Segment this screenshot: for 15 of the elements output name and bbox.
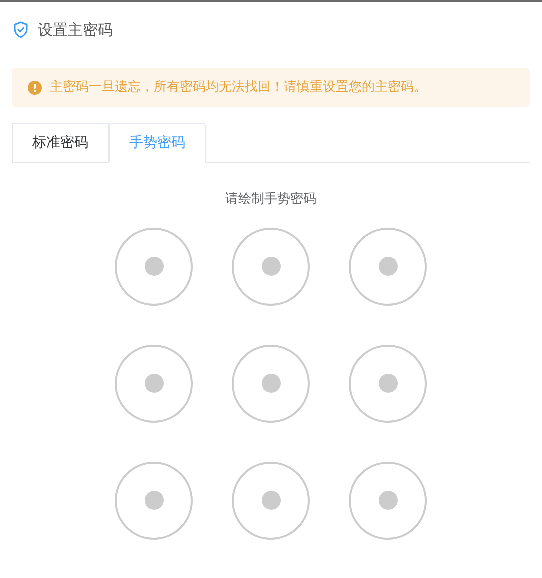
- warning-icon: [28, 80, 42, 94]
- gesture-node[interactable]: [232, 462, 310, 540]
- gesture-node[interactable]: [115, 344, 193, 422]
- gesture-node[interactable]: [232, 344, 310, 422]
- warning-text: 主密码一旦遗忘，所有密码均无法找回！请慎重设置您的主密码。: [50, 78, 427, 97]
- gesture-prompt: 请绘制手势密码: [226, 191, 316, 209]
- gesture-node[interactable]: [115, 462, 193, 540]
- gesture-node[interactable]: [349, 462, 427, 540]
- tab[interactable]: 标准密码: [12, 123, 109, 163]
- gesture-node[interactable]: [349, 228, 427, 306]
- gesture-node[interactable]: [349, 344, 427, 422]
- page-title: 设置主密码: [38, 20, 113, 41]
- gesture-node[interactable]: [232, 228, 310, 306]
- shield-check-icon: [12, 21, 30, 39]
- gesture-node[interactable]: [115, 228, 193, 306]
